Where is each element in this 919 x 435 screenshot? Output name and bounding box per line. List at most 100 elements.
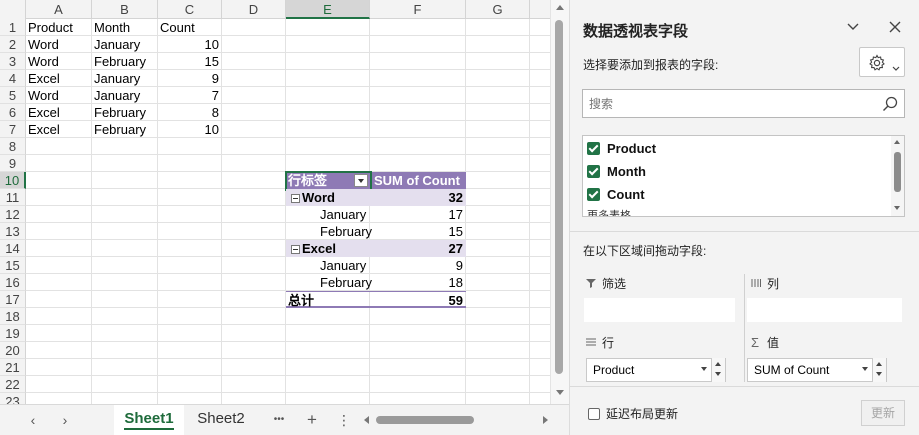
select-all-corner[interactable] <box>0 0 26 19</box>
row-header-11[interactable]: 11 <box>0 189 26 206</box>
rows-area[interactable]: 行 Product <box>586 333 726 382</box>
cell-c6[interactable]: 8 <box>158 104 222 121</box>
cell-b5[interactable]: January <box>92 87 158 104</box>
column-header-g[interactable]: G <box>466 0 530 19</box>
scroll-up-icon[interactable] <box>894 140 900 144</box>
scroll-thumb[interactable] <box>555 20 563 374</box>
scroll-right-icon[interactable] <box>543 416 548 424</box>
row-header-22[interactable]: 22 <box>0 376 26 393</box>
row-header-18[interactable]: 18 <box>0 308 26 325</box>
row-header-20[interactable]: 20 <box>0 342 26 359</box>
row-header-3[interactable]: 3 <box>0 53 26 70</box>
filters-drop-zone[interactable] <box>584 298 735 322</box>
more-tables-link[interactable]: 更多表格... <box>587 207 640 216</box>
reorder-spinner[interactable] <box>711 358 725 382</box>
row-header-6[interactable]: 6 <box>0 104 26 121</box>
field-item-product[interactable]: Product <box>587 139 656 159</box>
scroll-thumb[interactable] <box>376 416 474 424</box>
pivot-group-total[interactable]: 27 <box>370 240 466 257</box>
options-icon[interactable]: ⋮ <box>336 411 352 429</box>
pivot-grand-total-label[interactable]: 总计 <box>286 291 370 308</box>
field-list[interactable]: Product Month Count 更多表格... <box>582 135 905 217</box>
pivot-item-value[interactable]: 9 <box>370 257 466 274</box>
row-header-23[interactable]: 23 <box>0 393 26 404</box>
column-header-d[interactable]: D <box>222 0 286 19</box>
pivot-group-excel[interactable]: Excel <box>286 240 370 257</box>
close-icon[interactable] <box>888 20 902 37</box>
column-header-c[interactable]: C <box>158 0 222 19</box>
cell-a7[interactable]: Excel <box>26 121 92 138</box>
pivot-item-label[interactable]: January <box>286 206 370 223</box>
rows-field-chip[interactable]: Product <box>586 358 726 382</box>
chevron-down-icon[interactable] <box>862 367 868 371</box>
row-header-13[interactable]: 13 <box>0 223 26 240</box>
scroll-down-icon[interactable] <box>556 390 564 395</box>
pivot-group-total[interactable]: 32 <box>370 189 466 206</box>
cell-a5[interactable]: Word <box>26 87 92 104</box>
update-button[interactable]: 更新 <box>861 400 905 426</box>
search-input[interactable] <box>583 90 863 117</box>
field-list-scrollbar[interactable] <box>891 136 904 216</box>
checkbox-checked-icon[interactable] <box>587 142 600 155</box>
pivot-item-label[interactable]: January <box>286 257 370 274</box>
field-item-count[interactable]: Count <box>587 185 645 205</box>
defer-layout-update[interactable]: 延迟布局更新 <box>588 405 678 422</box>
cell-c4[interactable]: 9 <box>158 70 222 87</box>
pivot-item-value[interactable]: 18 <box>370 274 466 291</box>
row-header-16[interactable]: 16 <box>0 274 26 291</box>
chevron-down-icon[interactable] <box>701 367 707 371</box>
row-header-14[interactable]: 14 <box>0 240 26 257</box>
row-header-5[interactable]: 5 <box>0 87 26 104</box>
search-icon[interactable] <box>882 96 898 115</box>
row-header-19[interactable]: 19 <box>0 325 26 342</box>
cell-b1[interactable]: Month <box>92 19 158 36</box>
row-header-17[interactable]: 17 <box>0 291 26 308</box>
field-item-month[interactable]: Month <box>587 162 646 182</box>
horizontal-scrollbar[interactable] <box>364 414 548 426</box>
row-header-7[interactable]: 7 <box>0 121 26 138</box>
values-area[interactable]: Σ值 SUM of Count <box>747 333 887 382</box>
sheet-tab-sheet2[interactable]: Sheet2 <box>186 405 256 435</box>
cell-a3[interactable]: Word <box>26 53 92 70</box>
cell-b3[interactable]: February <box>92 53 158 70</box>
reorder-spinner[interactable] <box>872 358 886 382</box>
column-header-a[interactable]: A <box>26 0 92 19</box>
row-header-8[interactable]: 8 <box>0 138 26 155</box>
row-header-12[interactable]: 12 <box>0 206 26 223</box>
row-header-15[interactable]: 15 <box>0 257 26 274</box>
row-header-2[interactable]: 2 <box>0 36 26 53</box>
scroll-thumb[interactable] <box>894 152 901 192</box>
next-sheet-icon[interactable]: › <box>56 411 74 429</box>
filters-area[interactable]: 筛选 <box>584 274 735 322</box>
checkbox-unchecked-icon[interactable] <box>588 408 600 420</box>
pivot-grand-total-value[interactable]: 59 <box>370 291 466 308</box>
pivot-item-value[interactable]: 15 <box>370 223 466 240</box>
pivot-item-label[interactable]: February <box>286 274 372 291</box>
prev-sheet-icon[interactable]: ‹ <box>24 411 42 429</box>
cell-c3[interactable]: 15 <box>158 53 222 70</box>
row-header-4[interactable]: 4 <box>0 70 26 87</box>
scroll-down-icon[interactable] <box>894 206 900 210</box>
tools-button[interactable] <box>859 47 905 77</box>
add-sheet-button[interactable]: + <box>302 411 322 429</box>
pivot-value-header[interactable]: SUM of Count <box>370 172 466 189</box>
column-header-b[interactable]: B <box>92 0 158 19</box>
scroll-up-icon[interactable] <box>556 5 564 10</box>
columns-drop-zone[interactable] <box>747 298 902 322</box>
row-header-1[interactable]: 1 <box>0 19 26 36</box>
scroll-left-icon[interactable] <box>364 416 369 424</box>
cell-b6[interactable]: February <box>92 104 158 121</box>
cell-c7[interactable]: 10 <box>158 121 222 138</box>
cell-c5[interactable]: 7 <box>158 87 222 104</box>
sheet-tab-sheet1[interactable]: Sheet1 <box>114 405 184 435</box>
pivot-item-value[interactable]: 17 <box>370 206 466 223</box>
checkbox-checked-icon[interactable] <box>587 188 600 201</box>
pivot-group-word[interactable]: Word <box>286 189 370 206</box>
columns-area[interactable]: 列 <box>747 274 902 322</box>
vertical-scrollbar[interactable] <box>550 0 569 404</box>
row-header-10[interactable]: 10 <box>0 172 26 189</box>
field-search-box[interactable] <box>582 89 905 118</box>
cell-c1[interactable]: Count <box>158 19 222 36</box>
row-header-21[interactable]: 21 <box>0 359 26 376</box>
cell-a6[interactable]: Excel <box>26 104 92 121</box>
